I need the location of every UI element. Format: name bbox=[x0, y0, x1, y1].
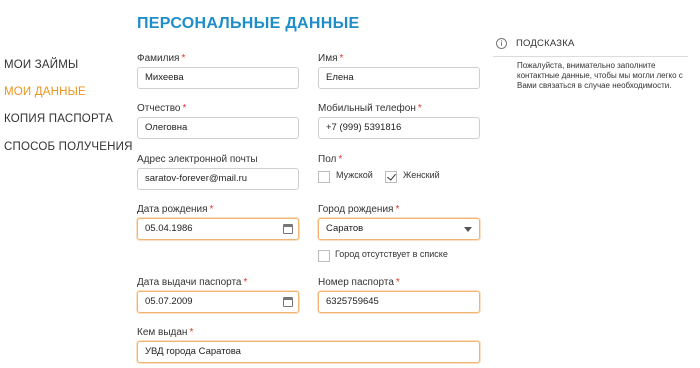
city-missing-label: Город отсутствует в списке bbox=[335, 249, 448, 259]
surname-label: Фамилия * bbox=[137, 53, 186, 64]
gender-female-label: Женский bbox=[403, 170, 440, 180]
name-label: Имя * bbox=[318, 53, 344, 64]
issued-by-label: Кем выдан * bbox=[137, 327, 194, 338]
email-field[interactable]: saratov-forever@mail.ru bbox=[137, 168, 299, 190]
issued-by-field[interactable]: УВД города Саратова bbox=[137, 341, 480, 363]
page-title: ПЕРСОНАЛЬНЫЕ ДАННЫЕ bbox=[137, 15, 360, 32]
checkmark-icon bbox=[387, 171, 396, 181]
phone-field[interactable]: +7 (999) 5391816 bbox=[318, 117, 480, 139]
hint-divider bbox=[493, 56, 688, 57]
email-label: Адрес электронной почты bbox=[137, 154, 258, 165]
passport-issue-date-field[interactable]: 05.07.2009 bbox=[137, 291, 299, 313]
passport-number-field[interactable]: 6325759645 bbox=[318, 291, 480, 313]
phone-label: Мобильный телефон * bbox=[318, 103, 422, 114]
gender-female-checkbox[interactable] bbox=[385, 171, 397, 183]
nav-item-my-data[interactable]: МОИ ДАННЫЕ bbox=[4, 86, 86, 98]
gender-label: Пол * bbox=[318, 154, 343, 165]
nav-item-my-loans[interactable]: МОИ ЗАЙМЫ bbox=[4, 59, 78, 71]
patronymic-field[interactable]: Олеговна bbox=[137, 117, 299, 139]
passport-issue-date-label: Дата выдачи паспорта * bbox=[137, 277, 248, 288]
passport-number-label: Номер паспорта * bbox=[318, 277, 400, 288]
city-missing-checkbox[interactable] bbox=[318, 250, 330, 262]
nav-item-passport-copy[interactable]: КОПИЯ ПАСПОРТА bbox=[4, 113, 113, 125]
info-icon: i bbox=[496, 38, 507, 49]
name-field[interactable]: Елена bbox=[318, 67, 480, 89]
birth-city-select[interactable]: Саратов bbox=[318, 218, 480, 240]
hint-text: Пожалуйста, внимательно заполните контак… bbox=[517, 61, 683, 90]
nav-item-receive-method[interactable]: СПОСОБ ПОЛУЧЕНИЯ bbox=[4, 141, 133, 153]
calendar-icon[interactable] bbox=[283, 297, 293, 307]
patronymic-label: Отчество * bbox=[137, 103, 187, 114]
gender-male-checkbox[interactable] bbox=[318, 171, 330, 183]
birth-date-field[interactable]: 05.04.1986 bbox=[137, 218, 299, 240]
calendar-icon[interactable] bbox=[283, 224, 293, 234]
hint-title: ПОДСКАЗКА bbox=[516, 38, 575, 49]
chevron-down-icon bbox=[464, 227, 472, 232]
birth-city-label: Город рождения * bbox=[318, 204, 400, 215]
birth-date-label: Дата рождения * bbox=[137, 204, 214, 215]
gender-male-label: Мужской bbox=[336, 170, 373, 180]
surname-field[interactable]: Михеева bbox=[137, 67, 299, 89]
